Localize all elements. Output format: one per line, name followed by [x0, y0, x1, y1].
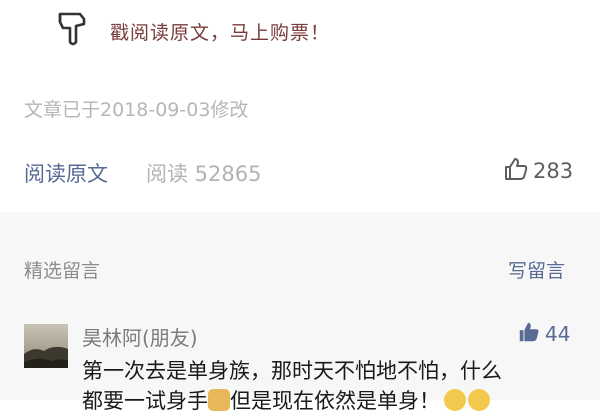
comment-text: 第一次去是单身族，那时天不怕地不怕，什么 都要一试身手 但是现在依然是单身！	[82, 356, 582, 416]
thumbs-up-icon	[517, 320, 541, 348]
comment-text-part: 但是现在依然是单身！	[230, 389, 440, 413]
avatar[interactable]	[24, 324, 68, 368]
read-original-prompt[interactable]: 戳阅读原文，马上购票！	[110, 18, 330, 45]
comment-like-count: 44	[545, 322, 571, 346]
like-button[interactable]: 283	[503, 156, 573, 186]
like-count: 283	[533, 159, 574, 183]
commenter-name: 昊林阿(朋友)	[82, 326, 198, 350]
write-comment-button[interactable]: 写留言	[508, 256, 565, 283]
grin-emoji-icon	[468, 389, 490, 411]
read-count: 阅读 52865	[146, 162, 262, 186]
grin-emoji-icon	[444, 389, 466, 411]
comment-line: 第一次去是单身族，那时天不怕地不怕，什么	[82, 359, 502, 383]
featured-comments-title: 精选留言	[24, 260, 101, 282]
comment-line: 都要一试身手 但是现在依然是单身！	[82, 386, 582, 416]
thumbs-up-icon	[503, 156, 529, 186]
comment-text-part: 都要一试身手	[82, 389, 208, 413]
modified-date-text: 文章已于2018-09-03修改	[24, 99, 249, 121]
pointing-down-hand-icon	[54, 8, 90, 48]
fist-emoji-icon	[208, 389, 230, 411]
comment-like-button[interactable]: 44	[517, 320, 570, 348]
read-original-link[interactable]: 阅读原文	[24, 158, 108, 188]
